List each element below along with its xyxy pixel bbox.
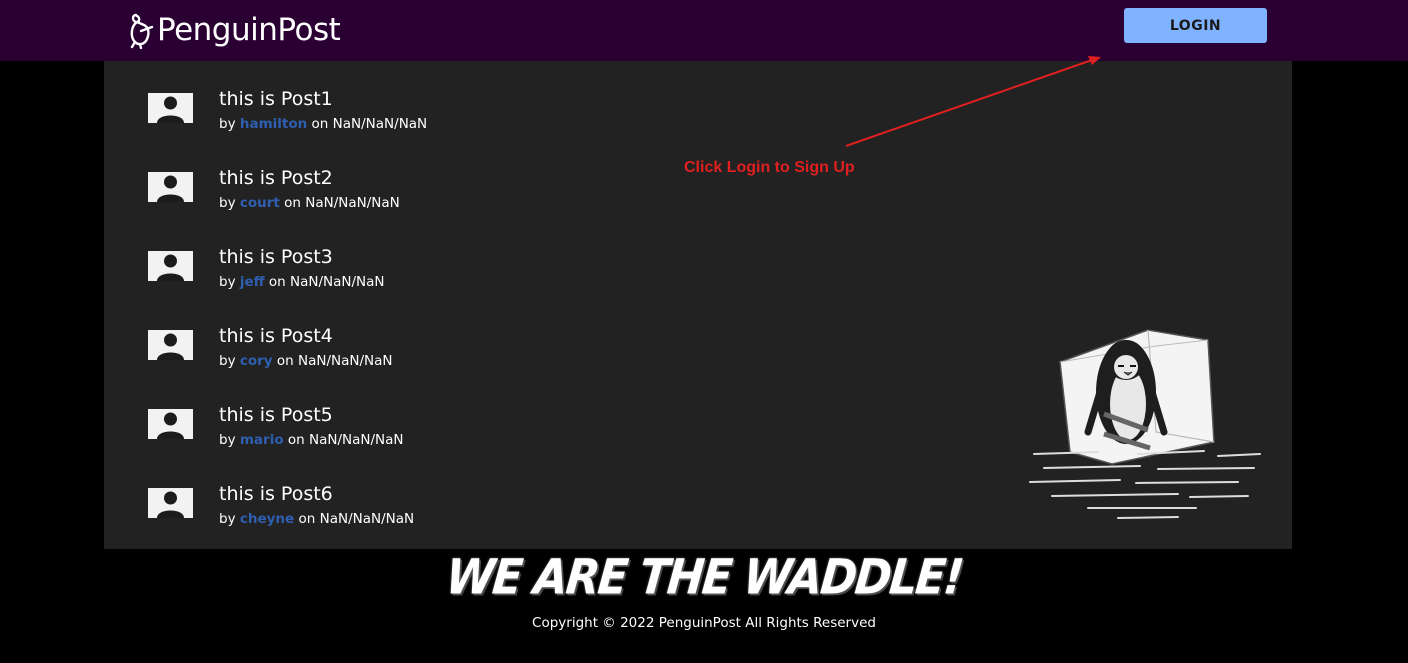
user-avatar-icon (148, 488, 193, 518)
post-title[interactable]: this is Post1 (219, 88, 333, 110)
post-author-link[interactable]: mario (240, 432, 284, 448)
by-label: by (219, 432, 236, 448)
post-meta: by jeff on NaN/NaN/NaN (219, 274, 385, 290)
post-author-link[interactable]: cory (240, 353, 273, 369)
footer-slogan: WE ARE THE WADDLE! (443, 549, 965, 606)
user-avatar-icon (148, 409, 193, 439)
user-avatar-icon (148, 330, 193, 360)
signup-hint: Click Login to Sign Up (684, 159, 855, 176)
by-label: by (219, 274, 236, 290)
post-date: on NaN/NaN/NaN (287, 432, 404, 448)
post-title[interactable]: this is Post6 (219, 483, 333, 505)
header: PenguinPost LOGIN (0, 0, 1408, 61)
post-date: on NaN/NaN/NaN (268, 274, 385, 290)
post-meta: by cheyne on NaN/NaN/NaN (219, 511, 414, 527)
post-author-link[interactable]: hamilton (240, 116, 307, 132)
post-date: on NaN/NaN/NaN (311, 116, 428, 132)
login-button[interactable]: LOGIN (1124, 8, 1267, 43)
brand-name: PenguinPost (157, 12, 341, 48)
user-avatar-icon (148, 172, 193, 202)
list-item[interactable]: this is Post1 by hamilton on NaN/NaN/NaN (148, 88, 648, 142)
post-meta: by hamilton on NaN/NaN/NaN (219, 116, 427, 132)
post-title[interactable]: this is Post3 (219, 246, 333, 268)
post-date: on NaN/NaN/NaN (284, 195, 400, 211)
post-author-link[interactable]: jeff (240, 274, 265, 290)
list-item[interactable]: this is Post3 by jeff on NaN/NaN/NaN (148, 246, 648, 300)
copyright-text: Copyright © 2022 PenguinPost All Rights … (532, 615, 876, 631)
list-item[interactable]: this is Post4 by cory on NaN/NaN/NaN (148, 325, 648, 379)
list-item[interactable]: this is Post2 by court on NaN/NaN/NaN (148, 167, 648, 221)
by-label: by (219, 116, 236, 132)
post-meta: by mario on NaN/NaN/NaN (219, 432, 404, 448)
post-meta: by court on NaN/NaN/NaN (219, 195, 400, 211)
penguin-in-ice-icon (1029, 329, 1261, 519)
by-label: by (219, 353, 236, 369)
list-item[interactable]: this is Post5 by mario on NaN/NaN/NaN (148, 404, 648, 458)
post-author-link[interactable]: cheyne (240, 511, 294, 527)
by-label: by (219, 195, 236, 211)
post-title[interactable]: this is Post5 (219, 404, 333, 426)
post-meta: by cory on NaN/NaN/NaN (219, 353, 393, 369)
post-title[interactable]: this is Post2 (219, 167, 333, 189)
user-avatar-icon (148, 251, 193, 281)
post-author-link[interactable]: court (240, 195, 280, 211)
list-item[interactable]: this is Post6 by cheyne on NaN/NaN/NaN (148, 483, 648, 537)
brand-logo[interactable]: PenguinPost (128, 10, 341, 50)
user-avatar-icon (148, 93, 193, 123)
post-title[interactable]: this is Post4 (219, 325, 333, 347)
penguin-logo-icon (130, 13, 154, 49)
post-date: on NaN/NaN/NaN (276, 353, 393, 369)
post-date: on NaN/NaN/NaN (298, 511, 415, 527)
by-label: by (219, 511, 236, 527)
